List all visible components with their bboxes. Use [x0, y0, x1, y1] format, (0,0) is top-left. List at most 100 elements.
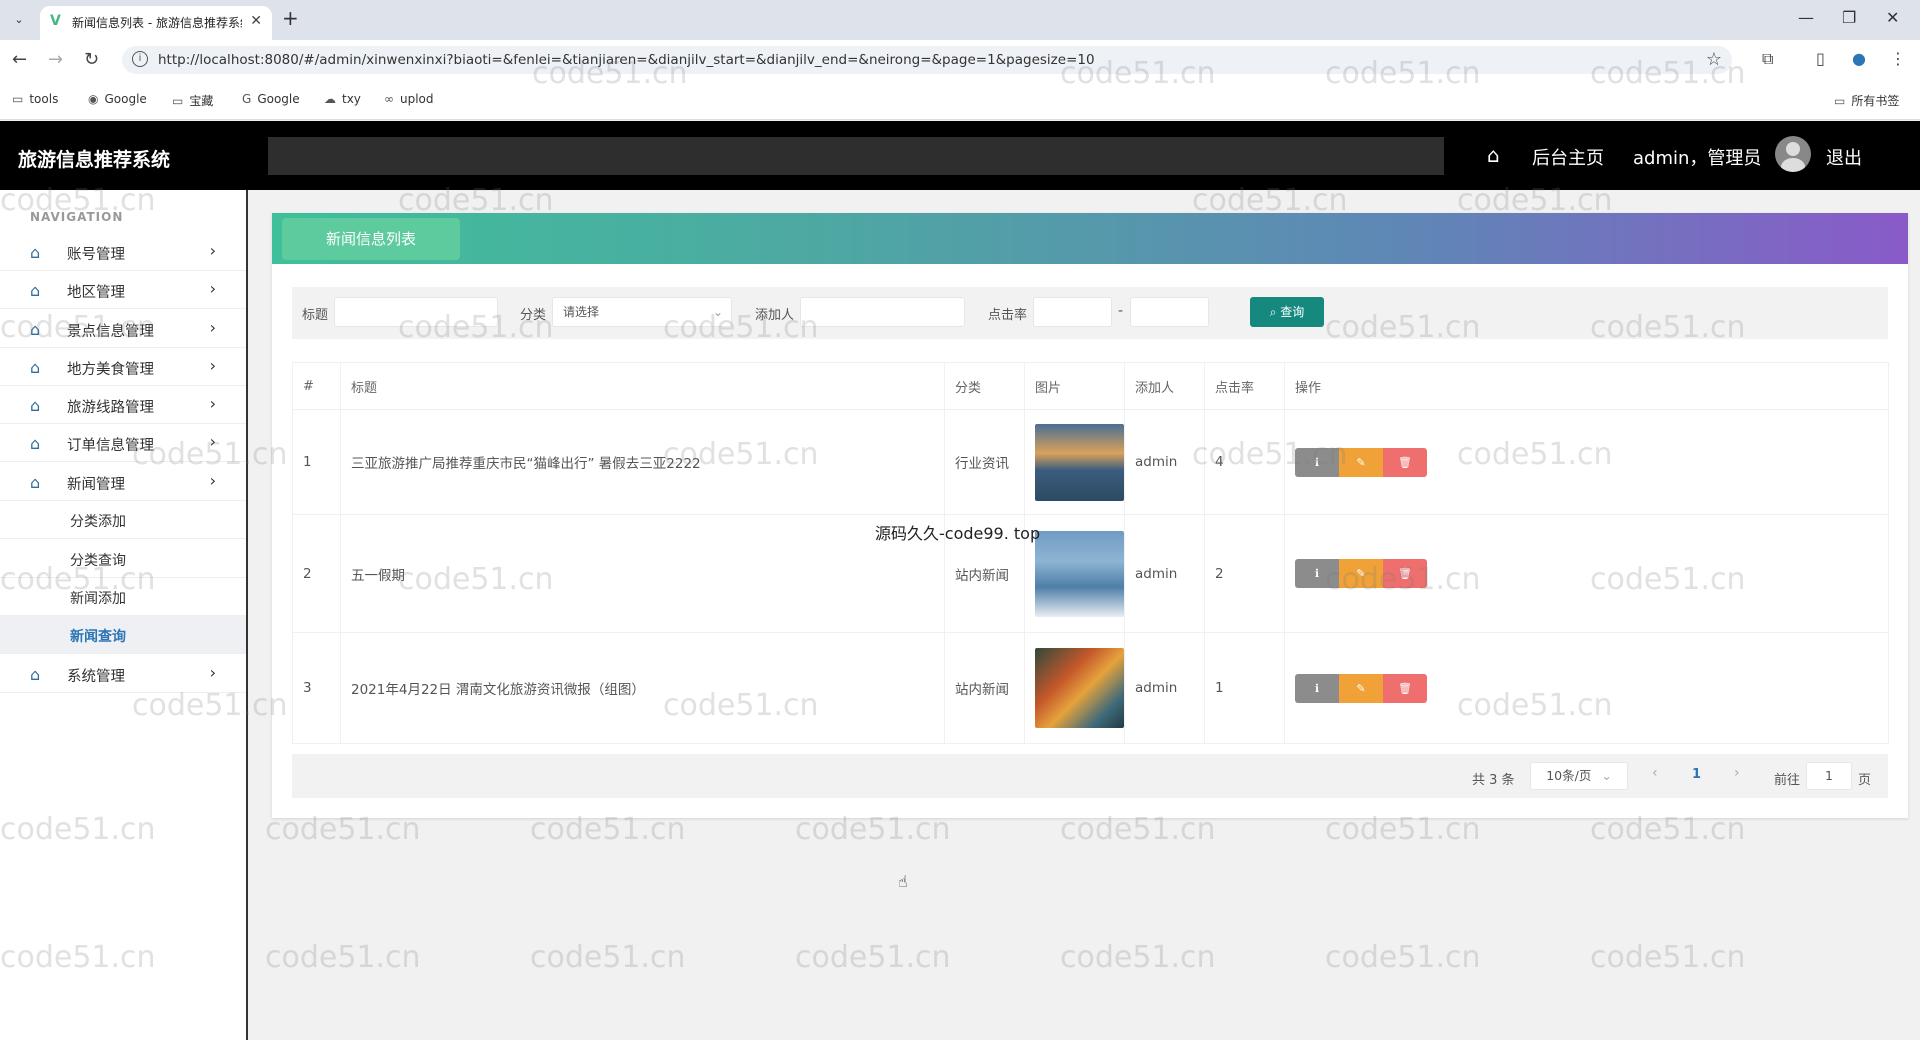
- trash-icon: 🗑: [1398, 681, 1412, 695]
- cell-clicks: 2: [1204, 514, 1285, 633]
- clicks-start-input[interactable]: [1033, 297, 1112, 327]
- site-info-icon[interactable]: i: [132, 51, 148, 67]
- bookmark-tools[interactable]: ▭ tools: [12, 92, 58, 106]
- new-tab-button[interactable]: +: [282, 6, 299, 30]
- sidebar-item-news[interactable]: ⌂ 新闻管理 ›: [0, 463, 246, 501]
- page-size-select[interactable]: 10条/页 ⌄: [1530, 762, 1628, 790]
- sidebar-subitem-news-add[interactable]: 新闻添加: [0, 578, 246, 616]
- sidebar-subitem-category-query[interactable]: 分类查询: [0, 540, 246, 578]
- extensions-icon[interactable]: ⧉: [1762, 49, 1773, 69]
- bookmark-google-1[interactable]: ◉ Google: [88, 92, 147, 106]
- sidebar-item-system[interactable]: ⌂ 系统管理 ›: [0, 655, 246, 693]
- back-icon[interactable]: ←: [12, 49, 27, 70]
- browser-tab-active[interactable]: V 新闻信息列表 - 旅游信息推荐系统 ✕: [40, 6, 272, 40]
- news-thumbnail[interactable]: [1035, 530, 1124, 617]
- google-icon: G: [242, 92, 252, 106]
- home-icon[interactable]: ⌂: [1487, 143, 1500, 167]
- category-select[interactable]: 请选择 ⌄: [552, 297, 732, 327]
- all-bookmarks[interactable]: ▭ 所有书签: [1834, 92, 1899, 109]
- next-page-icon[interactable]: ›: [1734, 765, 1740, 781]
- delete-button[interactable]: 🗑: [1383, 447, 1427, 477]
- news-table: # 标题 分类 图片 添加人 点击率 操作 1 三亚旅游推广局推荐重庆市民“猫峰…: [292, 362, 1889, 744]
- sidebar-item-label: 账号管理: [67, 247, 125, 263]
- info-icon: ℹ: [1314, 681, 1320, 695]
- table-row: 1 三亚旅游推广局推荐重庆市民“猫峰出行” 暑假去三亚2222 行业资讯 adm…: [292, 409, 1889, 515]
- app-header: 旅游信息推荐系统 ⌂ 后台主页 admin，管理员 退出: [0, 121, 1920, 190]
- bookmark-treasure[interactable]: ▭ 宝藏: [172, 92, 213, 109]
- sidebar-item-accounts[interactable]: ⌂ 账号管理 ›: [0, 233, 246, 271]
- edit-button[interactable]: ✎: [1339, 447, 1383, 477]
- cell-image: [1024, 632, 1125, 744]
- cell-index: 3: [292, 632, 341, 744]
- profile-icon[interactable]: ●: [1852, 49, 1866, 68]
- cell-actions: ℹ ✎ 🗑: [1284, 632, 1889, 744]
- sidebar-subitem-label: 新闻查询: [70, 629, 126, 645]
- cell-actions: ℹ ✎ 🗑: [1284, 514, 1889, 633]
- chevron-down-icon: ⌄: [712, 305, 723, 319]
- goto-page-input[interactable]: 1: [1806, 762, 1852, 790]
- sidebar-subitem-label: 分类添加: [70, 514, 126, 530]
- home-icon: ⌂: [30, 434, 41, 453]
- tab-close-icon[interactable]: ✕: [250, 13, 262, 29]
- delete-button[interactable]: 🗑: [1383, 673, 1427, 703]
- adder-input[interactable]: [800, 297, 965, 327]
- delete-button[interactable]: 🗑: [1383, 559, 1427, 588]
- bookmark-txy[interactable]: ☁ txy: [324, 92, 361, 106]
- restore-icon[interactable]: ❐: [1842, 8, 1856, 27]
- bookmark-uplod[interactable]: ∞ uplod: [384, 92, 434, 106]
- search-icon: ⌕: [1269, 305, 1277, 319]
- chevron-right-icon: ›: [209, 432, 216, 451]
- sidebar-item-orders[interactable]: ⌂ 订单信息管理 ›: [0, 424, 246, 462]
- view-button[interactable]: ℹ: [1295, 559, 1339, 588]
- sidebar-item-regions[interactable]: ⌂ 地区管理 ›: [0, 271, 246, 309]
- side-panel-icon[interactable]: ▯: [1816, 49, 1825, 68]
- sidebar-item-local-food[interactable]: ⌂ 地方美食管理 ›: [0, 348, 246, 386]
- close-window-icon[interactable]: ✕: [1886, 8, 1899, 27]
- bookmark-star-icon[interactable]: ☆: [1706, 49, 1722, 70]
- folder-icon: ▭: [172, 94, 184, 108]
- title-input[interactable]: [334, 297, 498, 327]
- cell-index: 2: [292, 514, 341, 633]
- pencil-icon: ✎: [1356, 455, 1366, 469]
- prev-page-icon[interactable]: ‹: [1652, 765, 1658, 781]
- news-thumbnail[interactable]: [1035, 423, 1124, 501]
- clicks-label: 点击率: [988, 308, 1028, 323]
- view-button[interactable]: ℹ: [1295, 447, 1339, 477]
- browser-tabbar: ⌄ V 新闻信息列表 - 旅游信息推荐系统 ✕ + — ❐ ✕: [0, 0, 1920, 40]
- chevron-right-icon: ›: [209, 471, 216, 490]
- omnibox[interactable]: i http://localhost:8080/#/admin/xinwenxi…: [122, 46, 1732, 74]
- logout-link[interactable]: 退出: [1826, 144, 1862, 170]
- sidebar-item-attractions[interactable]: ⌂ 景点信息管理 ›: [0, 310, 246, 348]
- bookmark-google-2[interactable]: G Google: [242, 92, 300, 106]
- watermark: code51.cn: [530, 940, 686, 975]
- current-page[interactable]: 1: [1692, 767, 1701, 782]
- menu-kebab-icon[interactable]: ⋮: [1890, 49, 1906, 68]
- cell-image: [1024, 409, 1125, 515]
- edit-button[interactable]: ✎: [1339, 673, 1383, 703]
- reload-icon[interactable]: ↻: [84, 49, 99, 70]
- cloud-icon: ☁: [324, 92, 336, 106]
- chevron-down-icon: ⌄: [1601, 768, 1612, 783]
- search-button[interactable]: ⌕ 查询: [1250, 297, 1324, 327]
- cell-index: 1: [292, 409, 341, 515]
- sidebar-subitem-label: 新闻添加: [70, 591, 126, 607]
- admin-home-link[interactable]: 后台主页: [1532, 144, 1604, 170]
- tab-search-chevron-icon[interactable]: ⌄: [8, 9, 30, 31]
- edit-button[interactable]: ✎: [1339, 559, 1383, 588]
- avatar[interactable]: [1775, 136, 1811, 172]
- page-title: 新闻信息列表: [282, 218, 460, 260]
- col-header-clicks: 点击率: [1204, 362, 1285, 410]
- sidebar: NAVIGATION ⌂ 账号管理 › ⌂ 地区管理 › ⌂ 景点信息管理 › …: [0, 190, 248, 1040]
- cell-adder: admin: [1124, 632, 1205, 744]
- clicks-end-input[interactable]: [1130, 297, 1209, 327]
- minimize-icon[interactable]: —: [1798, 8, 1814, 27]
- news-thumbnail[interactable]: [1035, 648, 1124, 728]
- sidebar-item-routes[interactable]: ⌂ 旅游线路管理 ›: [0, 386, 246, 424]
- news-list-card: 新闻信息列表 标题 分类 请选择 ⌄ 添加人 点击率 - ⌕ 查询 # 标题 分…: [272, 213, 1908, 818]
- url-text[interactable]: http://localhost:8080/#/admin/xinwenxinx…: [158, 52, 1095, 68]
- view-button[interactable]: ℹ: [1295, 673, 1339, 703]
- forward-icon[interactable]: →: [48, 49, 63, 70]
- sidebar-subitem-news-query[interactable]: 新闻查询: [0, 616, 246, 654]
- sidebar-subitem-category-add[interactable]: 分类添加: [0, 501, 246, 539]
- folder-icon: ▭: [1834, 94, 1846, 108]
